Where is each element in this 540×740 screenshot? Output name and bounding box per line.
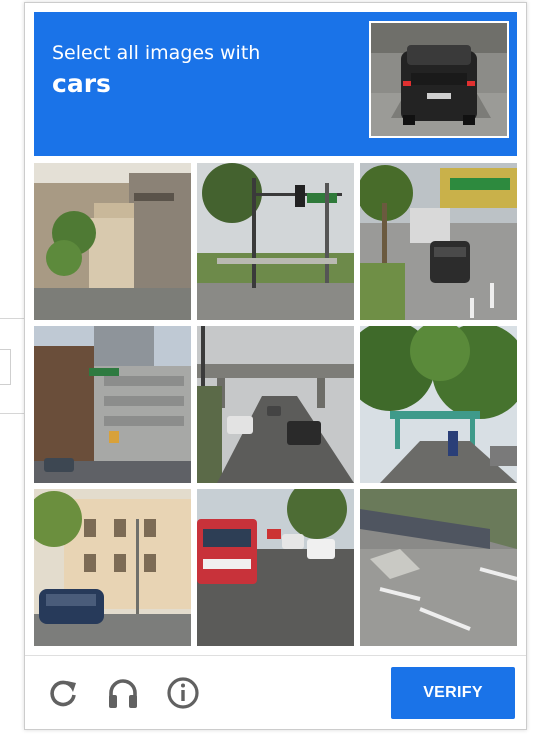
challenge-instruction: Select all images with — [52, 42, 261, 64]
image-tile-2-2[interactable] — [197, 326, 354, 483]
sample-image — [369, 21, 509, 138]
footer-divider — [25, 655, 526, 656]
reload-icon[interactable] — [43, 673, 83, 713]
info-icon[interactable] — [163, 673, 203, 713]
image-tile-3-2[interactable] — [197, 489, 354, 646]
image-tile-2-3[interactable] — [360, 326, 517, 483]
challenge-header: Select all images with cars — [34, 12, 517, 156]
challenge-target: cars — [52, 69, 111, 98]
image-tile-2-1[interactable] — [34, 326, 191, 483]
verify-button[interactable]: VERIFY — [391, 667, 515, 719]
side-tab-handle — [0, 349, 11, 385]
image-grid — [34, 163, 517, 646]
image-tile-1-3[interactable] — [360, 163, 517, 320]
captcha-challenge-card: Select all images with cars VERIFY — [24, 2, 527, 730]
image-tile-1-2[interactable] — [197, 163, 354, 320]
image-tile-3-3[interactable] — [360, 489, 517, 646]
image-tile-1-1[interactable] — [34, 163, 191, 320]
image-tile-3-1[interactable] — [34, 489, 191, 646]
side-tab — [0, 318, 25, 414]
headphones-icon[interactable] — [103, 673, 143, 713]
